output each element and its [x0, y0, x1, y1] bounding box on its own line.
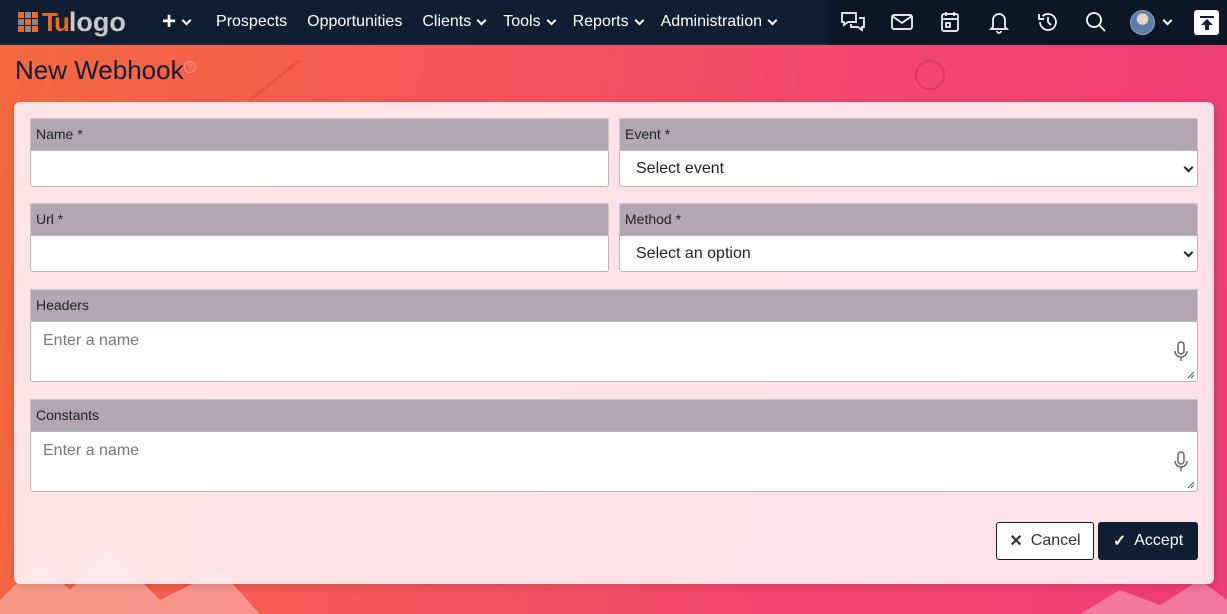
- method-label: Method *: [619, 203, 1198, 235]
- method-select-value: Select an option: [636, 245, 751, 262]
- nav-item-tools[interactable]: Tools: [503, 0, 557, 45]
- plus-icon: +: [162, 8, 177, 35]
- constants-label: Constants: [30, 399, 1198, 431]
- calendar-icon[interactable]: [937, 9, 963, 35]
- headers-placeholder: Enter a name: [43, 332, 140, 349]
- quick-add-button[interactable]: +: [162, 0, 192, 45]
- nav-item-label: Administration: [660, 13, 762, 30]
- headers-textarea[interactable]: Enter a name: [30, 321, 1198, 382]
- nav-item-reports[interactable]: Reports: [572, 0, 645, 45]
- url-label: Url *: [30, 203, 609, 235]
- constants-placeholder: Enter a name: [43, 442, 140, 459]
- name-input[interactable]: [30, 150, 609, 187]
- chevron-down-icon: [546, 15, 557, 25]
- microphone-icon[interactable]: [1173, 341, 1189, 363]
- chevron-down-icon: [1183, 247, 1194, 258]
- event-select[interactable]: Select event: [619, 150, 1198, 187]
- chevron-down-icon: [634, 15, 645, 25]
- mail-icon[interactable]: [889, 9, 915, 35]
- logo-text: logo: [68, 6, 126, 37]
- avatar: [1130, 10, 1155, 35]
- page-title: New Webhook: [15, 55, 184, 85]
- arrow-up-icon: [1199, 15, 1214, 30]
- chat-icon[interactable]: [840, 9, 866, 35]
- url-input[interactable]: [30, 235, 609, 272]
- nav-item-administration[interactable]: Administration: [660, 0, 778, 45]
- headers-label: Headers: [30, 289, 1198, 321]
- nav-item-label: Opportunities: [307, 13, 403, 30]
- microphone-icon[interactable]: [1173, 451, 1189, 473]
- search-icon[interactable]: [1083, 9, 1109, 35]
- nav-item-label: Prospects: [216, 13, 288, 30]
- name-field: Name *: [30, 118, 609, 187]
- logo-tu-text: Tu: [42, 6, 70, 37]
- chevron-down-icon: [1162, 15, 1173, 26]
- cancel-button[interactable]: ✕ Cancel: [996, 522, 1094, 560]
- navbar-right-tools: [828, 0, 1227, 45]
- name-label: Name *: [30, 118, 609, 150]
- logo-squares-icon: [18, 12, 38, 32]
- top-navbar: Tu logo + Prospects Opportunities Client…: [0, 0, 1227, 45]
- help-icon[interactable]: ?: [184, 61, 196, 73]
- nav-item-label: Tools: [503, 13, 541, 30]
- app-logo[interactable]: Tu logo: [18, 0, 140, 45]
- constants-field: Constants Enter a name: [30, 399, 1198, 492]
- constants-textarea[interactable]: Enter a name: [30, 431, 1198, 492]
- event-select-value: Select event: [636, 160, 725, 177]
- accept-button[interactable]: ✓ Accept: [1098, 522, 1198, 560]
- user-menu[interactable]: [1130, 10, 1173, 35]
- nav-item-label: Reports: [572, 13, 629, 30]
- bell-icon[interactable]: [986, 9, 1012, 35]
- resize-handle-icon[interactable]: [1187, 481, 1195, 489]
- method-field: Method * Select an option: [619, 203, 1198, 272]
- chevron-down-icon: [476, 15, 487, 25]
- event-label: Event *: [619, 118, 1198, 150]
- method-select[interactable]: Select an option: [619, 235, 1198, 272]
- scroll-top-button[interactable]: [1194, 10, 1219, 35]
- chevron-down-icon: [767, 15, 778, 25]
- nav-item-clients[interactable]: Clients: [422, 0, 487, 45]
- main-nav: Prospects Opportunities Clients Tools Re…: [190, 0, 778, 45]
- nav-item-prospects[interactable]: Prospects: [216, 0, 287, 45]
- cancel-label: Cancel: [1030, 532, 1081, 549]
- accept-label: Accept: [1134, 532, 1184, 549]
- resize-handle-icon[interactable]: [1187, 371, 1195, 379]
- check-icon: ✓: [1112, 533, 1127, 550]
- webhook-form-card: Name * Event * Select event Url * Method…: [14, 102, 1214, 584]
- nav-item-opportunities[interactable]: Opportunities: [307, 0, 402, 45]
- nav-item-label: Clients: [422, 13, 472, 30]
- headers-field: Headers Enter a name: [30, 289, 1198, 382]
- chevron-down-icon: [1183, 162, 1194, 173]
- history-icon[interactable]: [1035, 9, 1061, 35]
- url-field: Url *: [30, 203, 609, 272]
- close-icon: ✕: [1009, 533, 1023, 550]
- event-field: Event * Select event: [619, 118, 1198, 187]
